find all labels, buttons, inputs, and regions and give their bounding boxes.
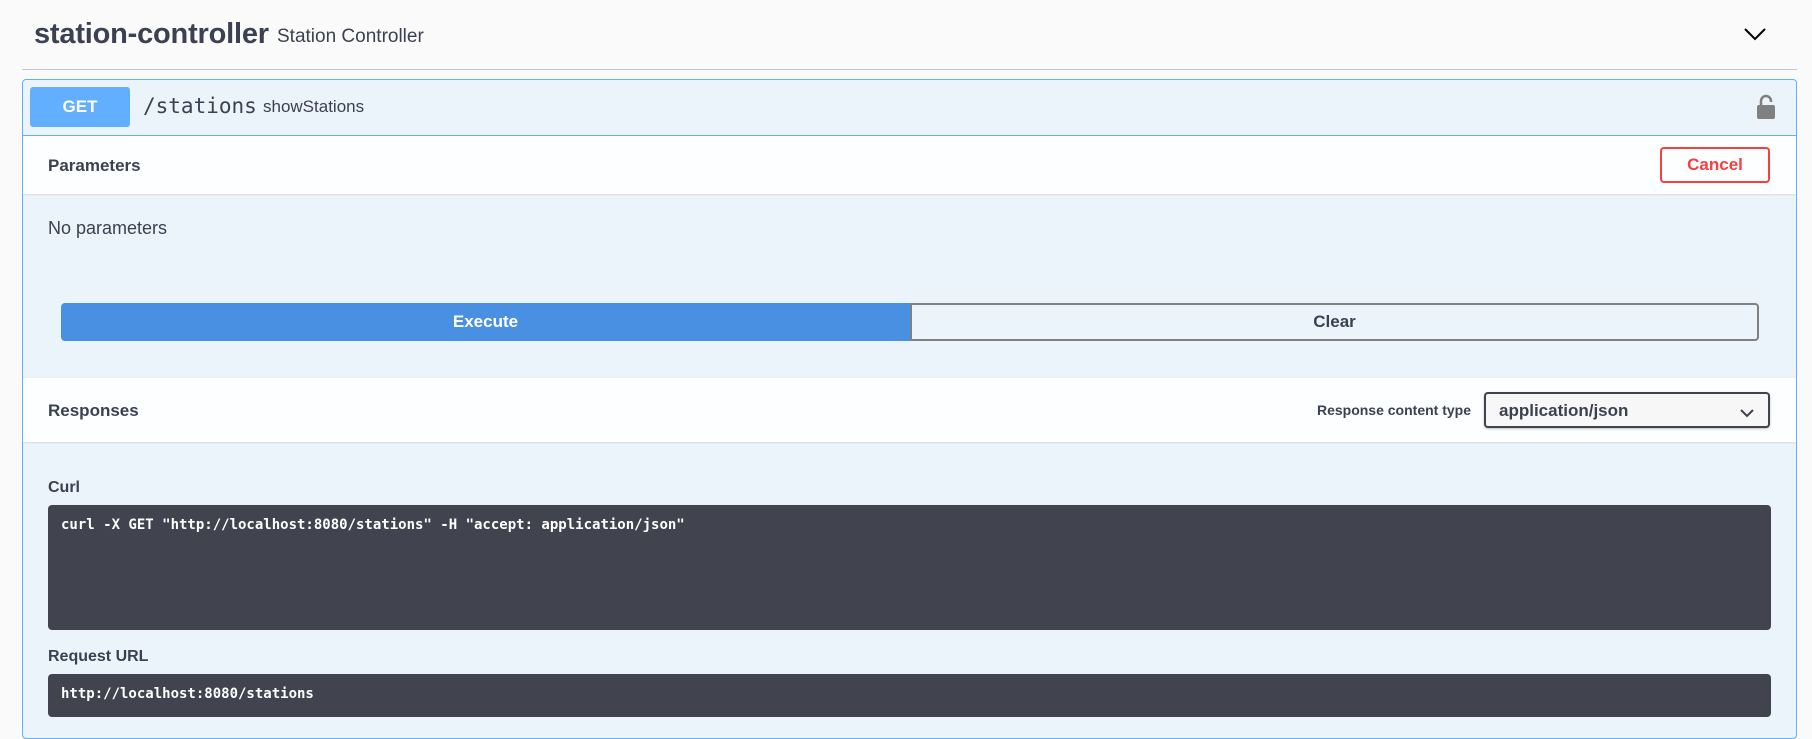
response-content-type-label: Response content type xyxy=(1316,402,1471,418)
curl-command[interactable]: curl -X GET "http://localhost:8080/stati… xyxy=(48,505,1771,630)
response-content-type-select[interactable]: application/json xyxy=(1484,392,1770,428)
response-content-type-value: application/json xyxy=(1499,401,1629,420)
no-parameters-text: No parameters xyxy=(48,218,168,238)
lock-icon[interactable] xyxy=(1756,94,1776,120)
clear-button[interactable]: Clear xyxy=(910,303,1759,341)
responses-title: Responses xyxy=(48,401,139,420)
responses-header: Responses Response content type applicat… xyxy=(23,378,1796,442)
tag-name[interactable]: station-controller xyxy=(34,18,269,51)
operation-block: GET /stations showStations Parameters Ca… xyxy=(22,79,1797,739)
parameters-title: Parameters xyxy=(48,156,141,175)
chevron-down-icon xyxy=(1740,405,1754,418)
curl-label: Curl xyxy=(48,479,80,496)
operation-path[interactable]: /stations xyxy=(143,94,257,118)
parameters-header: Parameters Cancel xyxy=(23,136,1796,194)
method-badge[interactable]: GET xyxy=(30,87,130,127)
tag-header[interactable]: station-controller Station Controller xyxy=(22,0,1797,70)
operation-id: showStations xyxy=(263,97,365,116)
request-url-label: Request URL xyxy=(48,648,149,665)
request-url-value[interactable]: http://localhost:8080/stations xyxy=(48,674,1771,717)
execute-button-group: Execute Clear xyxy=(61,303,1759,341)
execute-button[interactable]: Execute xyxy=(61,303,910,341)
cancel-button[interactable]: Cancel xyxy=(1660,147,1770,183)
chevron-down-icon[interactable] xyxy=(1743,24,1767,44)
tag-description: Station Controller xyxy=(277,26,424,47)
operation-summary[interactable]: GET /stations showStations xyxy=(23,80,1796,136)
